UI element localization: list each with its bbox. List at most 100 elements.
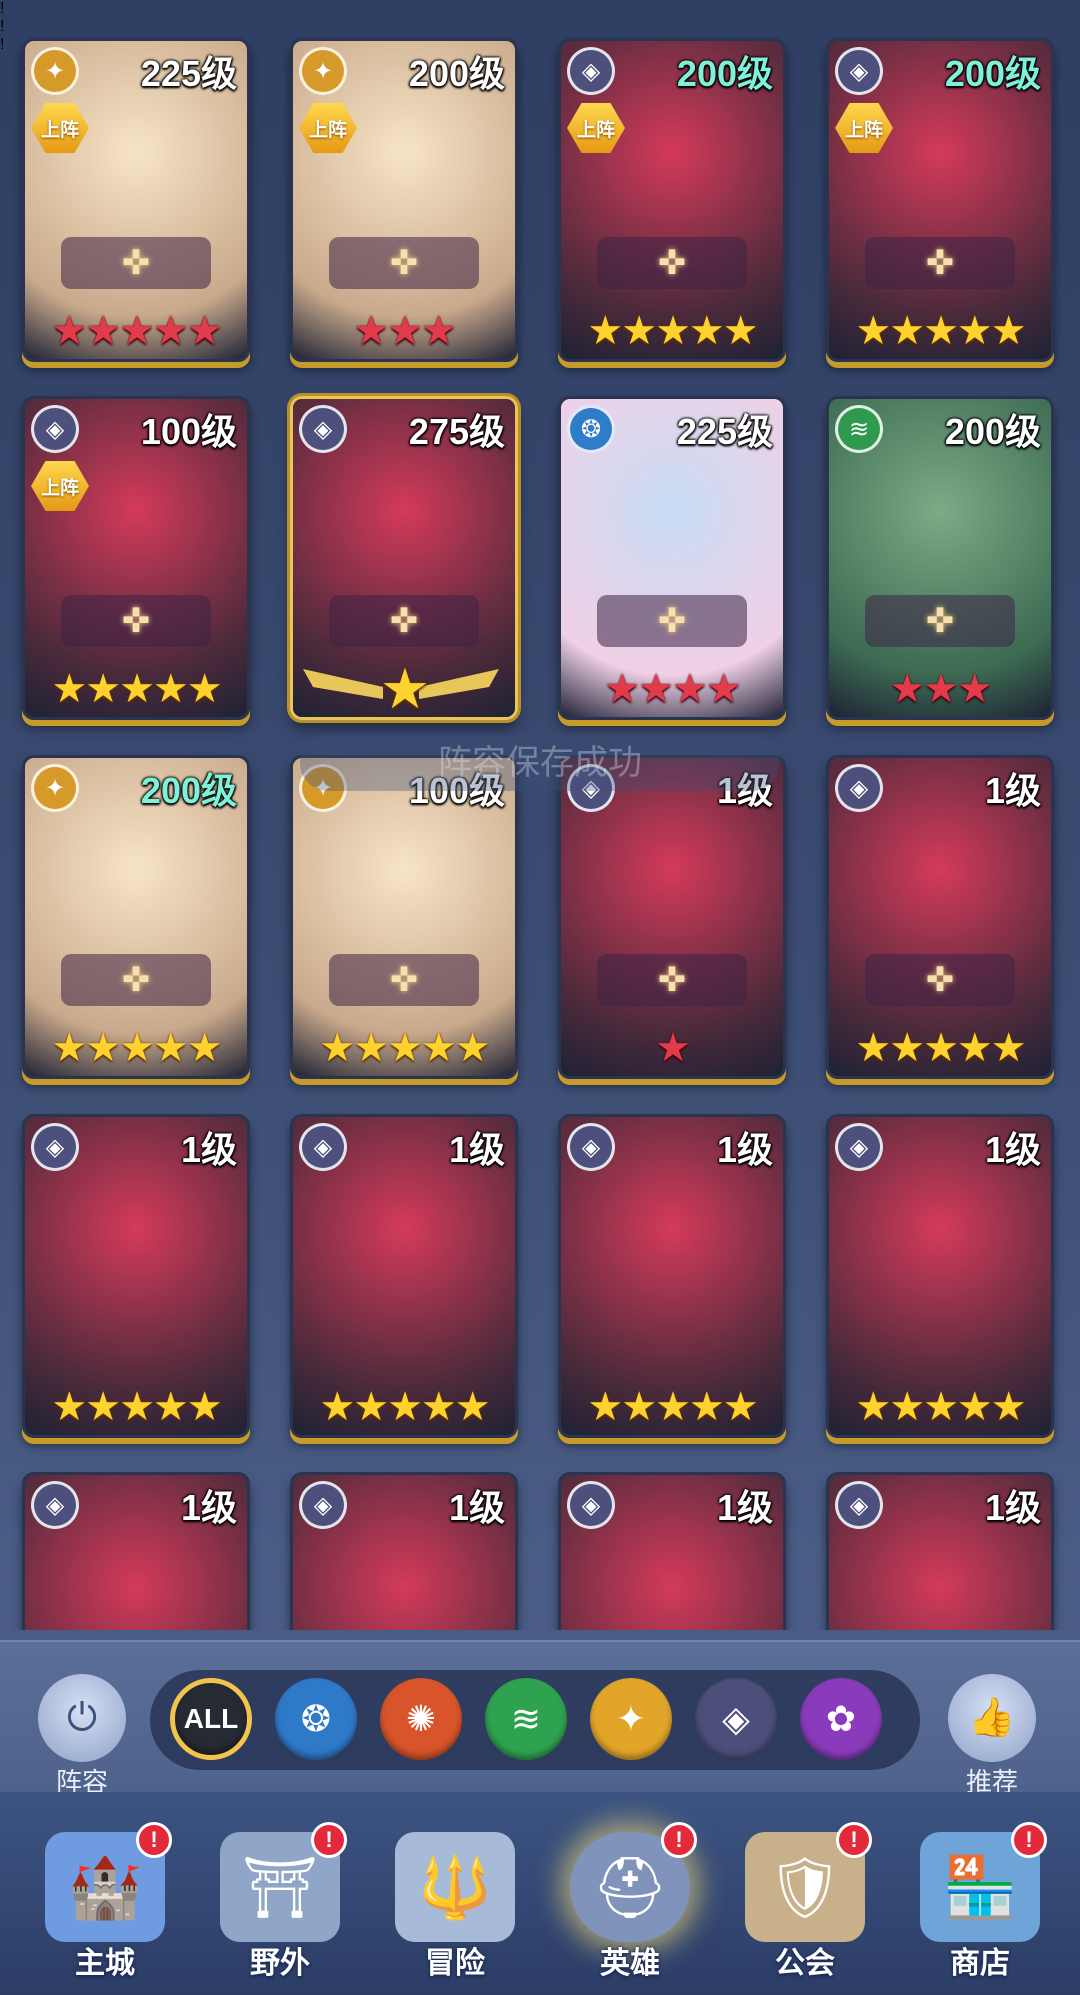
- hero-card[interactable]: ◈ 1级: [826, 1472, 1054, 1630]
- faction-filter-strip: ALL ❂ ✺ ≋ ✦ ◈ ✿: [150, 1670, 920, 1770]
- star-icon: ★: [722, 1385, 759, 1429]
- rank-emblem-icon: ✜: [61, 954, 211, 1006]
- hero-card[interactable]: ✦ 200级 ✜ ★★★★★: [22, 755, 250, 1079]
- hero-level: 1级: [984, 1129, 1041, 1170]
- hero-level: 225级: [676, 411, 773, 452]
- notice-badge: !: [836, 1822, 872, 1858]
- star-icon: ★: [152, 1026, 189, 1070]
- filter-all-button[interactable]: ALL: [170, 1678, 252, 1760]
- star-rating: ★★★★★: [561, 309, 783, 353]
- lineup-button[interactable]: ⏻ 阵容: [32, 1674, 132, 1799]
- hero-card[interactable]: ◈ 1级 ★★★★★: [558, 1114, 786, 1438]
- star-rating: ★★★★: [561, 667, 783, 711]
- hero-card[interactable]: ◈ 100级 上阵 ✜ ★★★★★: [22, 396, 250, 720]
- star-icon: ★: [956, 309, 993, 353]
- star-icon: ★: [420, 309, 457, 353]
- nav-adventure-portal[interactable]: 🔱 冒险: [380, 1832, 530, 1992]
- hero-card[interactable]: ◈ 1级: [22, 1472, 250, 1630]
- hero-card[interactable]: ◈ 200级 上阵 ✜ ★★★★★: [558, 38, 786, 362]
- recommend-button[interactable]: 👍 推荐: [942, 1674, 1042, 1799]
- star-icon: ★: [672, 667, 708, 711]
- hero-card[interactable]: ◈ 200级 上阵 ✜ ★★★★★: [826, 38, 1054, 362]
- hero-card[interactable]: ◈ 1级 ✜ ★★★★★: [826, 755, 1054, 1079]
- star-icon: ★: [655, 1385, 691, 1429]
- nav-castle[interactable]: 🏰 主城!: [30, 1822, 180, 1992]
- star-rating: ★: [561, 1026, 783, 1070]
- hero-card[interactable]: ◈ 1级: [290, 1472, 518, 1630]
- star-rating: ★: [293, 661, 515, 717]
- star-icon: ★: [152, 1385, 189, 1429]
- star-icon: ★: [51, 1385, 87, 1429]
- star-icon: ★: [855, 309, 891, 353]
- star-icon: ★: [51, 309, 87, 353]
- star-icon: ★: [990, 309, 1027, 353]
- rank-emblem-icon: ✜: [865, 954, 1015, 1006]
- nav-label: 英雄: [600, 1947, 660, 1980]
- star-icon: ★: [923, 1385, 959, 1429]
- star-rating: ★★★: [293, 309, 515, 353]
- star-icon: ★: [956, 1385, 993, 1429]
- hero-card[interactable]: ✦ 100级 ✜ ★★★★★: [290, 755, 518, 1079]
- star-icon: ★: [186, 667, 223, 711]
- hero-card[interactable]: ◈ 1级 ★★★★★: [22, 1114, 250, 1438]
- notice-badge: !: [136, 1822, 172, 1858]
- hero-level: 1级: [180, 1487, 237, 1528]
- hero-card[interactable]: ◈ 1级 ★★★★★: [826, 1114, 1054, 1438]
- hero-card[interactable]: ◈ 1级 ★★★★★: [290, 1114, 518, 1438]
- hero-card[interactable]: ◈ 275级 ✜ ★: [290, 396, 518, 720]
- star-icon: ★: [85, 1385, 121, 1429]
- dark-faction-icon: ◈: [835, 1123, 883, 1171]
- star-rating: ★★★★★: [25, 1385, 247, 1429]
- hero-card[interactable]: ◈ 1级: [558, 1472, 786, 1630]
- shield-power-icon: ⏻: [38, 1674, 126, 1762]
- nav-label: 商店: [950, 1947, 1010, 1980]
- hero-card[interactable]: ≋ 200级 ✜ ★★★: [826, 396, 1054, 720]
- nav-label: 公会: [775, 1947, 835, 1980]
- light-faction-icon: ✦: [31, 764, 79, 812]
- hero-level: 1级: [984, 770, 1041, 811]
- star-icon: ★: [889, 667, 925, 711]
- star-icon: ★: [855, 1026, 891, 1070]
- nav-hero-helmet[interactable]: ⛑ 英雄!: [555, 1822, 705, 1992]
- nav-guild-banner[interactable]: 🛡 公会!: [730, 1822, 880, 1992]
- dark-faction-icon: ◈: [567, 1481, 615, 1529]
- rank-emblem-icon: ✜: [61, 237, 211, 289]
- water-faction-icon: ❂: [567, 405, 615, 453]
- rank-emblem-icon: ✜: [329, 237, 479, 289]
- dark-faction-icon: ◈: [299, 1123, 347, 1171]
- hero-card[interactable]: ✦ 225级 上阵 ✜ ★★★★★: [22, 38, 250, 362]
- bottom-nav: 🏰 主城! ⛩ 野外! 🔱 冒险 ⛑ 英雄! 🛡 公会! 🏪 商店!: [0, 1792, 1080, 1995]
- star-icon: ★: [387, 309, 423, 353]
- rank-emblem-icon: ✜: [597, 954, 747, 1006]
- filter-shadow-button[interactable]: ✿: [800, 1678, 882, 1760]
- star-icon: ★: [638, 667, 674, 711]
- star-icon: ★: [454, 1026, 491, 1070]
- filter-light-button[interactable]: ✦: [590, 1678, 672, 1760]
- dark-faction-icon: ◈: [299, 1481, 347, 1529]
- hero-level: 1级: [180, 1129, 237, 1170]
- star-icon: ★: [889, 1385, 925, 1429]
- filter-water-button[interactable]: ❂: [275, 1678, 357, 1760]
- hero-card[interactable]: ❂ 225级 ✜ ★★★★: [558, 396, 786, 720]
- star-icon: ★: [85, 309, 121, 353]
- star-icon: ★: [420, 1026, 457, 1070]
- star-icon: ★: [956, 1026, 993, 1070]
- dark-faction-icon: ◈: [567, 1123, 615, 1171]
- nav-shop[interactable]: 🏪 商店!: [905, 1822, 1055, 1992]
- hero-card[interactable]: ◈ 1级 ✜ ★: [558, 755, 786, 1079]
- filter-nature-button[interactable]: ≋: [485, 1678, 567, 1760]
- star-icon: ★: [119, 1026, 155, 1070]
- star-rating: ★★★: [829, 667, 1051, 711]
- nav-label: 冒险: [425, 1947, 485, 1980]
- hero-level: 200级: [944, 53, 1041, 94]
- star-icon: ★: [688, 309, 725, 353]
- nav-wild-gate[interactable]: ⛩ 野外!: [205, 1822, 355, 1992]
- star-icon: ★: [186, 309, 223, 353]
- star-rating: ★★★★★: [829, 309, 1051, 353]
- filter-dark-button[interactable]: ◈: [695, 1678, 777, 1760]
- adventure-portal-icon: 🔱: [395, 1832, 515, 1942]
- hero-level: 200级: [676, 53, 773, 94]
- hero-level: 100级: [140, 411, 237, 452]
- filter-fire-button[interactable]: ✺: [380, 1678, 462, 1760]
- hero-card[interactable]: ✦ 200级 上阵 ✜ ★★★: [290, 38, 518, 362]
